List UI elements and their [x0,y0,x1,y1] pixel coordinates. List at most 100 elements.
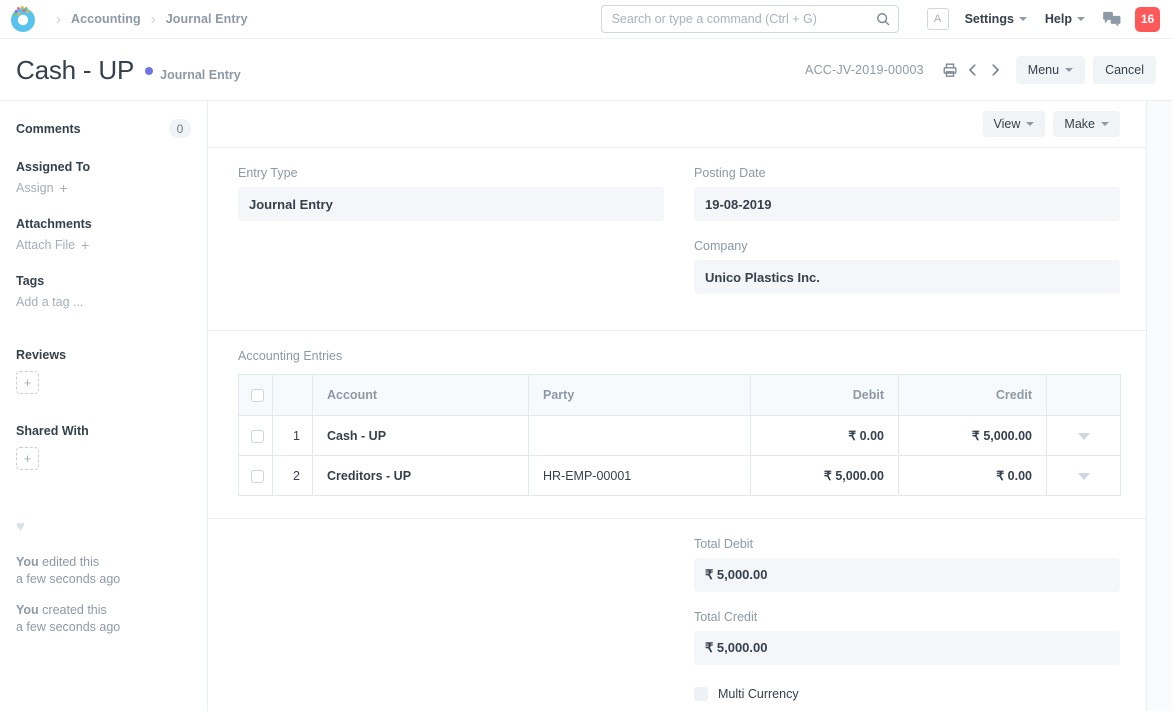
print-icon[interactable] [938,60,962,80]
erpnext-logo[interactable] [8,4,38,34]
row-index: 1 [273,416,313,456]
attachments-label: Attachments [16,217,191,231]
company-value[interactable]: Unico Plastics Inc. [694,260,1120,294]
form-panel: View Make Entry Type Journal Entry [208,101,1147,711]
details-grid: Entry Type Journal Entry Posting Date 19… [238,166,1120,308]
field-multi-currency[interactable]: Multi Currency [694,687,1120,701]
total-debit-value: ₹ 5,000.00 [694,558,1120,592]
view-button[interactable]: View [983,111,1046,137]
row-expand-cell [1047,456,1121,496]
entry-type-value[interactable]: Journal Entry [238,187,664,221]
table-header-row: Account Party Debit Credit [239,375,1121,416]
posting-date-value[interactable]: 19-08-2019 [694,187,1120,221]
details-column-left: Entry Type Journal Entry [238,166,664,308]
view-label: View [994,117,1021,131]
cell-credit[interactable]: ₹ 5,000.00 [899,416,1047,456]
sidebar-section-comments[interactable]: Comments 0 [16,119,191,138]
page-header: Cash - UP Journal Entry ACC-JV-2019-0000… [0,39,1172,101]
breadcrumb-item-journal-entry[interactable]: Journal Entry [166,12,248,26]
row-checkbox[interactable] [251,470,264,483]
avatar[interactable]: A [927,8,949,30]
breadcrumb-item-accounting[interactable]: Accounting [71,12,141,26]
menu-button[interactable]: Menu [1016,56,1085,84]
chevron-down-icon [1077,17,1085,21]
breadcrumb-separator-icon: › [48,12,69,27]
form-main-area: View Make Entry Type Journal Entry [208,101,1172,711]
plus-icon: + [81,238,89,252]
cell-debit[interactable]: ₹ 0.00 [751,416,899,456]
table-row[interactable]: 2 Creditors - UP HR-EMP-00001 ₹ 5,000.00… [239,456,1121,496]
chevron-down-icon [1101,122,1109,126]
shared-with-label: Shared With [16,424,191,438]
cell-account[interactable]: Creditors - UP [313,456,529,496]
form-sidebar: Comments 0 Assigned To Assign + Attachme… [0,101,208,711]
totals-section: Total Debit ₹ 5,000.00 Total Credit ₹ 5,… [208,519,1146,711]
cell-debit[interactable]: ₹ 5,000.00 [751,456,899,496]
chevron-down-icon[interactable] [1078,473,1090,480]
tags-label: Tags [16,274,191,288]
row-index-header [273,375,313,416]
settings-menu[interactable]: Settings [965,12,1027,26]
column-header-account: Account [313,375,529,416]
spacer [16,309,191,331]
assigned-to-label: Assigned To [16,160,191,174]
posting-date-label: Posting Date [694,166,1120,180]
chat-bubbles-icon[interactable] [1103,11,1121,27]
page-header-actions: ACC-JV-2019-00003 Menu Cancel [805,56,1156,84]
multi-currency-checkbox[interactable] [694,687,708,701]
field-posting-date: Posting Date 19-08-2019 [694,166,1120,221]
add-review-button[interactable]: + [16,371,39,394]
previous-document-button[interactable] [962,61,984,79]
next-document-button[interactable] [984,61,1006,79]
details-section: Entry Type Journal Entry Posting Date 19… [208,148,1146,331]
select-all-checkbox[interactable] [251,389,264,402]
breadcrumb-separator-icon: › [143,12,164,27]
activity-item: You edited this a few seconds ago [16,554,191,588]
spacer [16,416,191,424]
table-header: Account Party Debit Credit [239,375,1121,416]
spacer [16,394,191,416]
top-navbar: › Accounting › Journal Entry A Settings … [0,0,1172,39]
cancel-button[interactable]: Cancel [1093,56,1156,84]
activity-item: You created this a few seconds ago [16,602,191,636]
company-label: Company [694,239,1120,253]
spacer [16,252,191,274]
row-select-cell [239,416,273,456]
cell-party[interactable]: HR-EMP-00001 [529,456,751,496]
table-body: 1 Cash - UP ₹ 0.00 ₹ 5,000.00 [239,416,1121,496]
column-header-debit: Debit [751,375,899,416]
sidebar-section-attachments: Attachments Attach File + [16,217,191,252]
document-id: ACC-JV-2019-00003 [805,63,924,77]
reviews-label: Reviews [16,348,191,362]
add-shared-user-button[interactable]: + [16,447,39,470]
row-checkbox[interactable] [251,430,264,443]
spacer [16,331,191,348]
activity-time: a few seconds ago [16,572,120,586]
cell-party[interactable] [529,416,751,456]
table-row[interactable]: 1 Cash - UP ₹ 0.00 ₹ 5,000.00 [239,416,1121,456]
select-all-header [239,375,273,416]
heart-icon[interactable]: ♥ [16,519,191,534]
chevron-down-icon [1065,68,1073,72]
details-column-right: Posting Date 19-08-2019 Company Unico Pl… [694,166,1120,308]
search-input[interactable] [601,5,899,33]
menu-label: Menu [1028,63,1059,77]
help-menu[interactable]: Help [1045,12,1085,26]
assign-button[interactable]: Assign + [16,181,191,195]
sidebar-section-shared-with: Shared With + [16,424,191,470]
activity-action: created this [39,603,107,617]
attach-file-button[interactable]: Attach File + [16,238,191,252]
add-tag-input[interactable]: Add a tag ... [16,295,191,309]
cell-account[interactable]: Cash - UP [313,416,529,456]
cell-credit[interactable]: ₹ 0.00 [899,456,1047,496]
chevron-down-icon[interactable] [1078,433,1090,440]
make-button[interactable]: Make [1053,111,1120,137]
field-entry-type: Entry Type Journal Entry [238,166,664,221]
settings-label: Settings [965,12,1014,26]
status-indicator-dot [145,67,153,75]
body-wrapper: Comments 0 Assigned To Assign + Attachme… [0,101,1172,711]
entry-type-label: Entry Type [238,166,664,180]
multi-currency-label: Multi Currency [718,687,799,701]
notification-badge[interactable]: 16 [1135,7,1160,32]
search-icon[interactable] [876,12,890,26]
